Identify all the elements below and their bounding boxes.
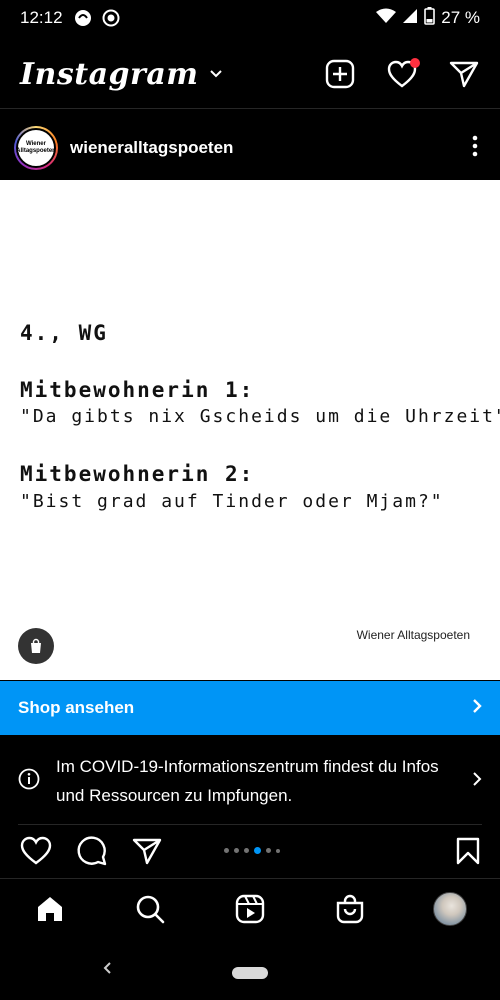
shop-label: Shop ansehen <box>18 698 135 717</box>
image-credit: Wiener Alltagspoeten <box>356 628 470 642</box>
nav-reels[interactable] <box>230 889 270 929</box>
carousel-dot <box>266 848 271 853</box>
direct-messages-button[interactable] <box>448 58 480 90</box>
post-avatar[interactable]: Wiener Alltagspoeten <box>14 126 58 170</box>
post-image[interactable]: 4., WG Mitbewohnerin 1: "Da gibts nix Gs… <box>0 180 500 680</box>
like-icon[interactable] <box>20 836 52 870</box>
post-header: Wiener Alltagspoeten wieneralltagspoeten <box>0 116 500 180</box>
cell-signal-icon <box>402 8 418 29</box>
shopping-bag-icon <box>31 638 41 653</box>
nav-shop[interactable] <box>330 889 370 929</box>
carousel-dot <box>244 848 249 853</box>
bookmark-icon[interactable] <box>456 837 480 870</box>
carousel-dot-active <box>254 847 261 854</box>
post-text-quote-2: "Bist grad auf Tinder oder Mjam?" <box>20 491 444 512</box>
bottom-navigation <box>0 880 500 938</box>
system-navigation <box>0 945 500 1000</box>
covid-info-text: Im COVID-19-Informationszentrum findest … <box>56 757 439 805</box>
chevron-right-icon <box>472 698 482 719</box>
post-text-speaker-1: Mitbewohnerin 1: <box>20 378 255 402</box>
comment-icon[interactable] <box>76 835 108 872</box>
covid-divider <box>18 824 482 825</box>
carousel-indicator <box>224 847 280 854</box>
home-gesture-pill[interactable] <box>232 966 268 979</box>
header-divider <box>0 108 500 109</box>
carousel-dot <box>224 848 229 853</box>
status-bar: 12:12 27 % <box>0 0 500 36</box>
battery-icon <box>424 6 436 30</box>
chevron-down-icon[interactable] <box>209 66 225 82</box>
post-text-location: 4., WG <box>20 321 108 345</box>
profile-avatar <box>433 892 467 926</box>
carousel-dot <box>234 848 239 853</box>
activity-button[interactable] <box>386 58 420 90</box>
create-post-button[interactable] <box>324 58 356 90</box>
plus-square-icon <box>325 59 355 89</box>
nav-home[interactable] <box>30 889 70 929</box>
shopping-bag-icon <box>336 894 364 924</box>
covid-info-banner[interactable]: Im COVID-19-Informationszentrum findest … <box>0 742 500 820</box>
nav-search[interactable] <box>130 889 170 929</box>
carousel-dot <box>276 848 280 853</box>
wifi-icon <box>376 8 397 29</box>
status-time: 12:12 <box>20 8 63 27</box>
post-text-speaker-2: Mitbewohnerin 2: <box>20 462 255 486</box>
post-username[interactable]: wieneralltagspoeten <box>70 138 233 158</box>
search-icon <box>136 895 165 924</box>
avatar-logo-text: Wiener Alltagspoeten <box>16 128 56 168</box>
chevron-right-icon <box>472 771 482 792</box>
app-header: Instagram <box>0 44 500 104</box>
instagram-logo[interactable]: Instagram <box>20 57 199 92</box>
send-icon <box>449 61 479 88</box>
battery-percent: 27 % <box>441 8 480 27</box>
info-icon <box>18 768 40 795</box>
shopping-bag-button[interactable] <box>18 628 54 664</box>
reels-icon <box>235 894 265 924</box>
nav-divider <box>0 878 500 879</box>
post-text-quote-1: "Da gibts nix Gscheids um die Uhrzeit" <box>20 406 500 427</box>
share-icon[interactable] <box>132 837 162 870</box>
shop-button[interactable]: Shop ansehen <box>0 681 500 735</box>
more-options-icon[interactable] <box>472 135 478 162</box>
home-icon <box>38 897 62 921</box>
notification-app-icon <box>73 8 93 28</box>
record-icon <box>101 8 121 28</box>
nav-profile[interactable] <box>430 889 470 929</box>
notification-dot <box>410 58 420 68</box>
